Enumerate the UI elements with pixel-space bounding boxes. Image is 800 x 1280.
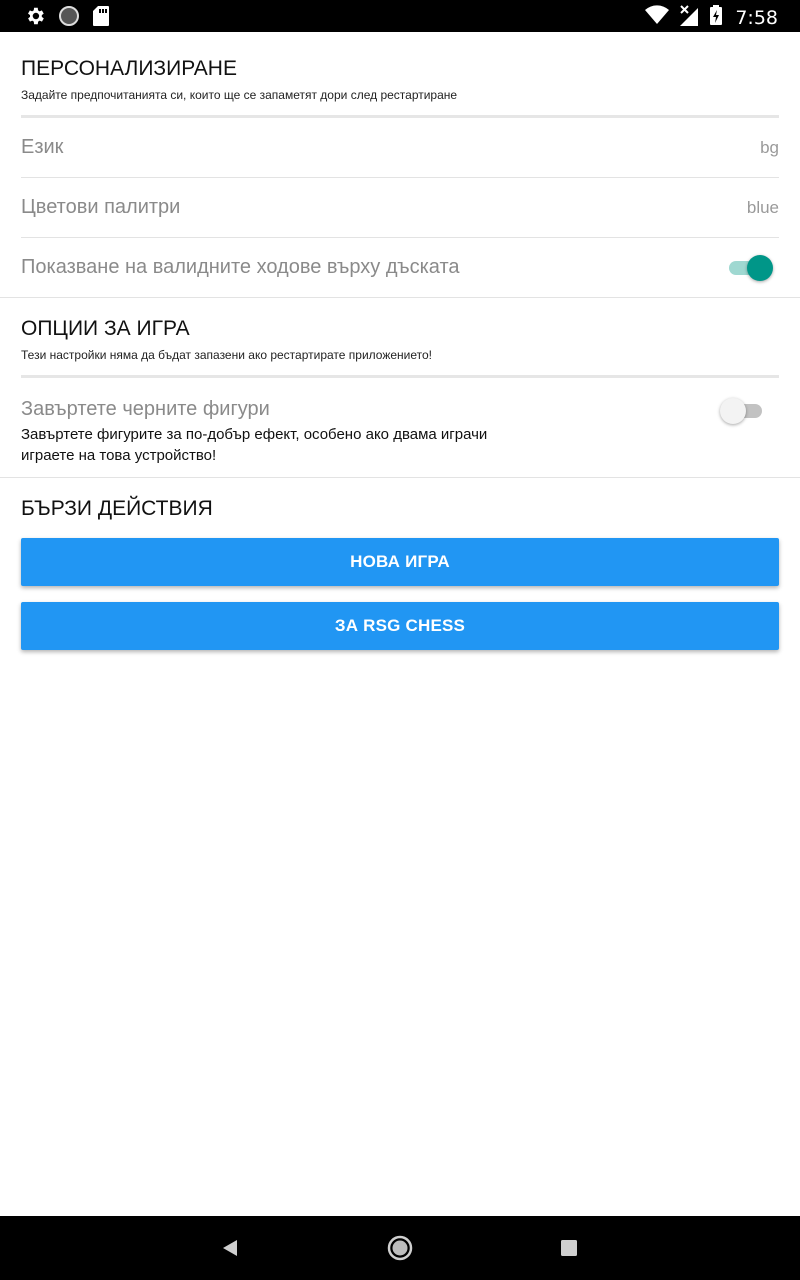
toggle-thumb (720, 398, 746, 424)
battery-charging-icon (709, 4, 723, 31)
status-bar-left (24, 5, 110, 32)
navigation-bar (0, 1216, 800, 1280)
back-icon[interactable] (219, 1236, 241, 1265)
status-bar-right: 7:58 (645, 4, 778, 31)
valid-moves-setting: Показване на валидните ходове върху дъск… (0, 238, 800, 297)
language-setting[interactable]: Език bg (0, 118, 800, 177)
home-icon[interactable] (387, 1235, 413, 1266)
personalization-title: ПЕРСОНАЛИЗИРАНЕ (21, 57, 237, 80)
game-options-description: Тези настройки няма да бъдат запазени ак… (21, 348, 433, 362)
personalization-header: ПЕРСОНАЛИЗИРАНЕ Задайте предпочитанията … (0, 32, 800, 102)
color-palette-setting[interactable]: Цветови палитри blue (0, 178, 800, 237)
quick-actions-title: БЪРЗИ ДЕЙСТВИЯ (21, 497, 213, 520)
status-bar: 7:58 (0, 0, 800, 32)
new-game-button[interactable]: НОВА ИГРА (21, 538, 779, 586)
color-palette-value: blue (746, 197, 779, 217)
about-button[interactable]: ЗА RSG CHESS (21, 602, 779, 650)
color-palette-label: Цветови палитри (21, 196, 181, 218)
gear-icon (24, 5, 46, 32)
rotate-black-pieces-toggle[interactable] (720, 396, 770, 426)
personalization-description: Задайте предпочитанията си, които ще се … (21, 88, 458, 102)
valid-moves-label: Показване на валидните ходове върху дъск… (21, 256, 460, 278)
wifi-icon (645, 4, 670, 31)
rotate-black-pieces-description: Завъртете фигурите за по-добър ефект, ос… (21, 426, 488, 464)
rotate-black-pieces-setting: Завъртете черните фигури Завъртете фигур… (0, 378, 800, 477)
status-time: 7:58 (735, 6, 778, 29)
sd-card-icon (92, 5, 110, 32)
game-options-title: ОПЦИИ ЗА ИГРА (21, 317, 190, 340)
language-value: bg (760, 137, 779, 157)
game-options-header: ОПЦИИ ЗА ИГРА Тези настройки няма да бъд… (0, 298, 800, 362)
settings-content: ПЕРСОНАЛИЗИРАНЕ Задайте предпочитанията … (0, 32, 800, 650)
rotate-black-pieces-label: Завъртете черните фигури (21, 398, 270, 420)
recents-icon[interactable] (560, 1239, 578, 1262)
quick-actions-header: БЪРЗИ ДЕЙСТВИЯ (0, 478, 800, 538)
circle-icon (58, 5, 80, 32)
valid-moves-toggle[interactable] (725, 253, 775, 283)
no-signal-icon (679, 4, 699, 31)
language-label: Език (21, 136, 64, 158)
toggle-thumb (747, 254, 773, 281)
